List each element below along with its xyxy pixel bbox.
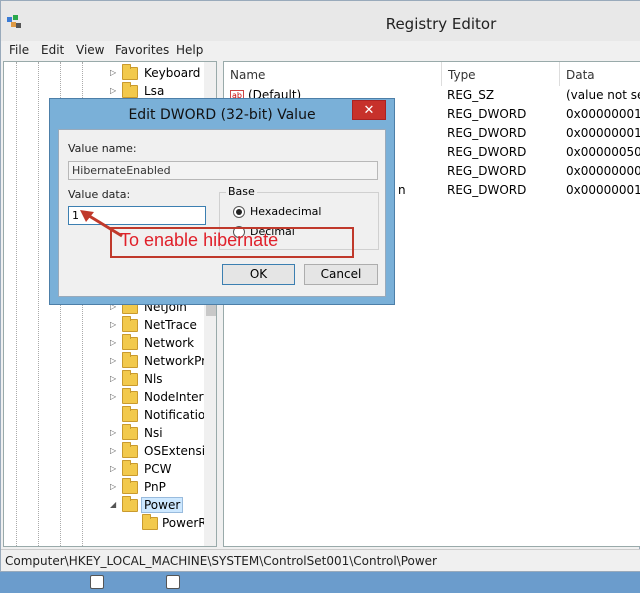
list-cell-data: 0x00000001 (1) xyxy=(566,183,640,197)
folder-icon xyxy=(122,406,138,422)
list-cell-data: 0x00000000 (0) xyxy=(566,164,640,178)
title-bar: Registry Editor xyxy=(1,1,640,41)
list-cell-data: 0x00000001 (1) xyxy=(566,107,640,121)
expand-arrow-icon[interactable]: ▷ xyxy=(110,392,118,402)
dialog-title: Edit DWORD (32-bit) Value xyxy=(128,107,316,123)
folder-icon xyxy=(122,424,138,440)
value-data-label: Value data: xyxy=(68,188,131,201)
menu-file[interactable]: File xyxy=(9,43,29,57)
value-name-label: Value name: xyxy=(68,142,137,155)
status-bar-path: Computer\HKEY_LOCAL_MACHINE\SYSTEM\Contr… xyxy=(1,549,640,571)
value-name-field[interactable]: HibernateEnabled xyxy=(68,161,378,180)
list-cell-data: (value not set) xyxy=(566,88,640,102)
folder-icon xyxy=(122,316,138,332)
expand-arrow-icon[interactable]: ▷ xyxy=(110,86,118,96)
folder-icon xyxy=(142,514,158,530)
folder-icon xyxy=(122,442,138,458)
annotation-text: To enable hibernate xyxy=(120,230,279,250)
folder-icon xyxy=(122,388,138,404)
window-title: Registry Editor xyxy=(385,15,497,33)
column-header-name[interactable]: Name xyxy=(224,62,442,86)
expand-arrow-icon[interactable]: ▷ xyxy=(110,446,118,456)
menu-favorites[interactable]: Favorites xyxy=(115,43,169,57)
list-cell-type: REG_DWORD xyxy=(447,183,527,197)
base-label: Base xyxy=(226,185,257,198)
expand-arrow-icon[interactable]: ▷ xyxy=(110,428,118,438)
expand-arrow-icon[interactable]: ▷ xyxy=(110,356,118,366)
list-cell-type: REG_DWORD xyxy=(447,164,527,178)
close-button[interactable]: ✕ xyxy=(352,100,386,120)
list-cell-type: REG_DWORD xyxy=(447,145,527,159)
expand-arrow-icon[interactable]: ▷ xyxy=(110,338,118,348)
hexadecimal-radio[interactable] xyxy=(233,206,245,218)
list-cell-name: n xyxy=(398,183,406,197)
list-cell-type: REG_DWORD xyxy=(447,126,527,140)
list-cell-data: 0x00000001 (1) xyxy=(566,126,640,140)
menu-edit[interactable]: Edit xyxy=(41,43,64,57)
shortcut-icon[interactable] xyxy=(90,575,104,589)
cancel-button[interactable]: Cancel xyxy=(304,264,378,285)
folder-open-icon xyxy=(122,496,138,512)
expand-arrow-icon[interactable]: ▷ xyxy=(110,464,118,474)
folder-icon xyxy=(122,64,138,80)
expand-arrow-icon[interactable]: ▷ xyxy=(110,320,118,330)
folder-icon xyxy=(122,370,138,386)
list-cell-data: 0x00000050 (80 xyxy=(566,145,640,159)
menu-help[interactable]: Help xyxy=(176,43,203,57)
folder-icon xyxy=(122,334,138,350)
menu-bar: File Edit View Favorites Help xyxy=(1,41,640,61)
folder-icon xyxy=(122,478,138,494)
column-header-type[interactable]: Type xyxy=(442,62,560,86)
list-cell-type: REG_DWORD xyxy=(447,107,527,121)
folder-icon xyxy=(122,460,138,476)
tree-guide-line xyxy=(16,62,17,546)
edit-dword-dialog: Edit DWORD (32-bit) Value ✕ Value name: … xyxy=(49,98,395,305)
hexadecimal-label: Hexadecimal xyxy=(250,205,322,218)
folder-icon xyxy=(122,352,138,368)
folder-icon xyxy=(122,82,138,98)
shortcut-icon[interactable] xyxy=(166,575,180,589)
list-cell-type: REG_SZ xyxy=(447,88,495,102)
ok-button[interactable]: OK xyxy=(222,264,295,285)
taskbar xyxy=(0,572,640,593)
menu-view[interactable]: View xyxy=(76,43,104,57)
collapse-arrow-icon[interactable]: ◢ xyxy=(110,500,118,510)
tree-guide-line xyxy=(38,62,39,546)
column-header-data[interactable]: Data xyxy=(560,62,640,86)
expand-arrow-icon[interactable]: ▷ xyxy=(110,68,118,78)
expand-arrow-icon[interactable]: ▷ xyxy=(110,374,118,384)
expand-arrow-icon[interactable]: ▷ xyxy=(110,482,118,492)
